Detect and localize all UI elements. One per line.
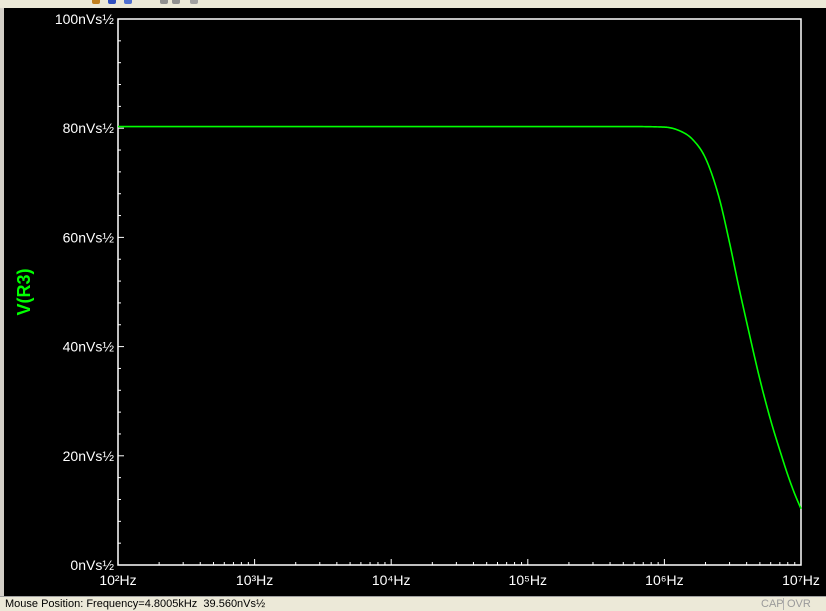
x-tick-label: 10³Hz (236, 572, 273, 588)
toolbar-icon[interactable] (124, 0, 132, 4)
toolbar-icon[interactable] (190, 0, 198, 4)
x-axis-ticks (117, 559, 802, 565)
toolbar-strip (0, 0, 826, 8)
waveform-chart[interactable]: 10²Hz 10³Hz 10⁴Hz 10⁵Hz 10⁶Hz 10⁷Hz 0nVs½ 20nV… (4, 8, 826, 596)
y-tick-label: 20nVs½ (63, 448, 115, 464)
x-axis-tick-labels: 10²Hz 10³Hz 10⁴Hz 10⁵Hz 10⁶Hz 10⁷Hz (99, 572, 820, 588)
mouse-position-readout: Mouse Position: Frequency=4.8005kHz 39.5… (5, 598, 266, 610)
y-axis-ticks (118, 18, 124, 566)
y-tick-label: 0nVs½ (70, 557, 114, 573)
series-line-v-r3 (118, 125, 802, 510)
x-tick-label: 10⁴Hz (372, 572, 411, 588)
caps-lock-indicator: CAP (761, 598, 784, 610)
x-tick-label: 10²Hz (99, 572, 136, 588)
overwrite-indicator: OVR (787, 598, 811, 610)
plot-area-frame (117, 18, 802, 566)
x-tick-label: 10⁵Hz (509, 572, 548, 588)
y-tick-label: 40nVs½ (63, 339, 115, 355)
toolbar-icon[interactable] (108, 0, 116, 4)
y-tick-label: 100nVs½ (55, 11, 114, 27)
y-tick-label: 80nVs½ (63, 120, 115, 136)
toolbar-icon[interactable] (160, 0, 168, 4)
status-divider (783, 598, 784, 610)
toolbar-icon[interactable] (92, 0, 100, 4)
y-axis-title: V(R3) (14, 268, 34, 315)
y-tick-label: 60nVs½ (63, 229, 115, 245)
plot-pane[interactable]: 10²Hz 10³Hz 10⁴Hz 10⁵Hz 10⁶Hz 10⁷Hz 0nVs½ 20nV… (0, 8, 826, 596)
x-tick-label: 10⁶Hz (645, 572, 683, 588)
x-tick-label: 10⁷Hz (782, 572, 820, 588)
y-axis-tick-labels: 0nVs½ 20nVs½ 40nVs½ 60nVs½ 80nVs½ 100nVs½ (55, 11, 114, 573)
status-bar: Mouse Position: Frequency=4.8005kHz 39.5… (0, 596, 826, 611)
toolbar-icon[interactable] (172, 0, 180, 4)
